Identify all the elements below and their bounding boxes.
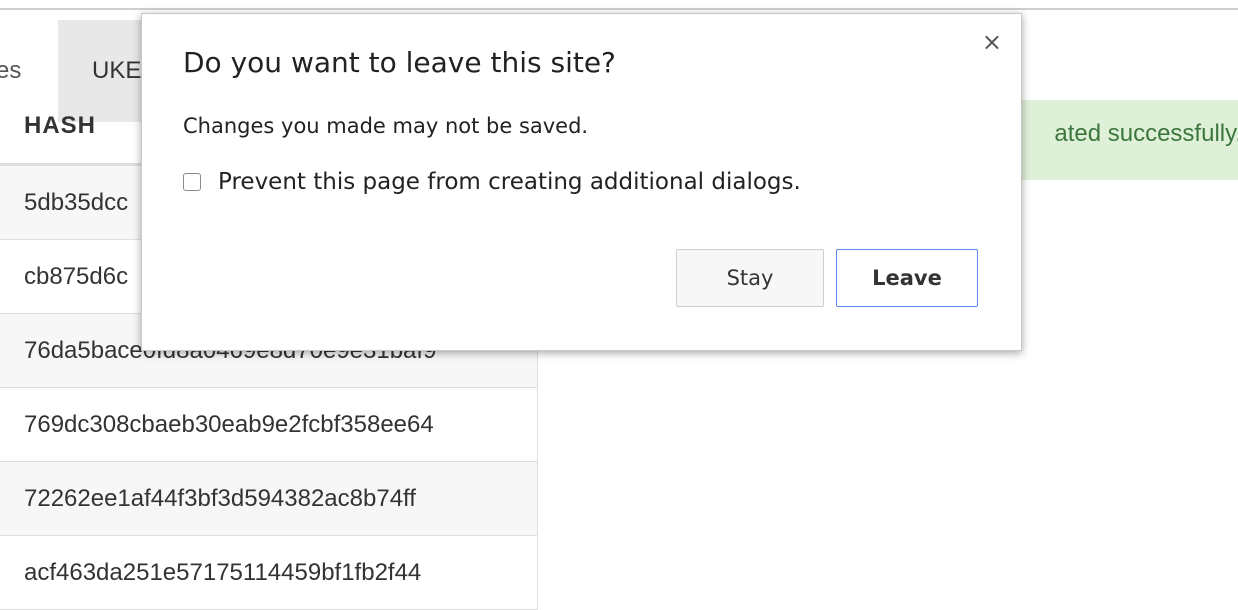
stay-button[interactable]: Stay	[676, 249, 824, 307]
table-row: acf463da251e57175114459bf1fb2f44	[0, 536, 538, 610]
leave-site-dialog: Do you want to leave this site? × Change…	[141, 13, 1022, 351]
success-alert-text: ated successfully.	[1054, 120, 1238, 147]
top-divider	[0, 8, 1238, 10]
prevent-dialogs-label[interactable]: Prevent this page from creating addition…	[218, 169, 801, 195]
tab-uke[interactable]: UKE	[58, 20, 148, 122]
prevent-dialogs-option[interactable]: Prevent this page from creating addition…	[183, 169, 801, 195]
dialog-title: Do you want to leave this site?	[183, 46, 616, 79]
tab-label: UKE	[92, 57, 142, 84]
close-icon[interactable]: ×	[982, 28, 1002, 56]
dialog-message: Changes you made may not be saved.	[183, 114, 589, 138]
tab-label: es	[0, 57, 22, 84]
tab-partial-left[interactable]: es	[0, 20, 58, 122]
column-header-hash: HASH	[24, 112, 97, 139]
prevent-dialogs-checkbox[interactable]	[183, 173, 201, 191]
table-row: 769dc308cbaeb30eab9e2fcbf358ee64	[0, 388, 538, 462]
table-row: 72262ee1af44f3bf3d594382ac8b74ff	[0, 462, 538, 536]
leave-button[interactable]: Leave	[836, 249, 978, 307]
success-alert: ated successfully.	[1000, 100, 1238, 180]
